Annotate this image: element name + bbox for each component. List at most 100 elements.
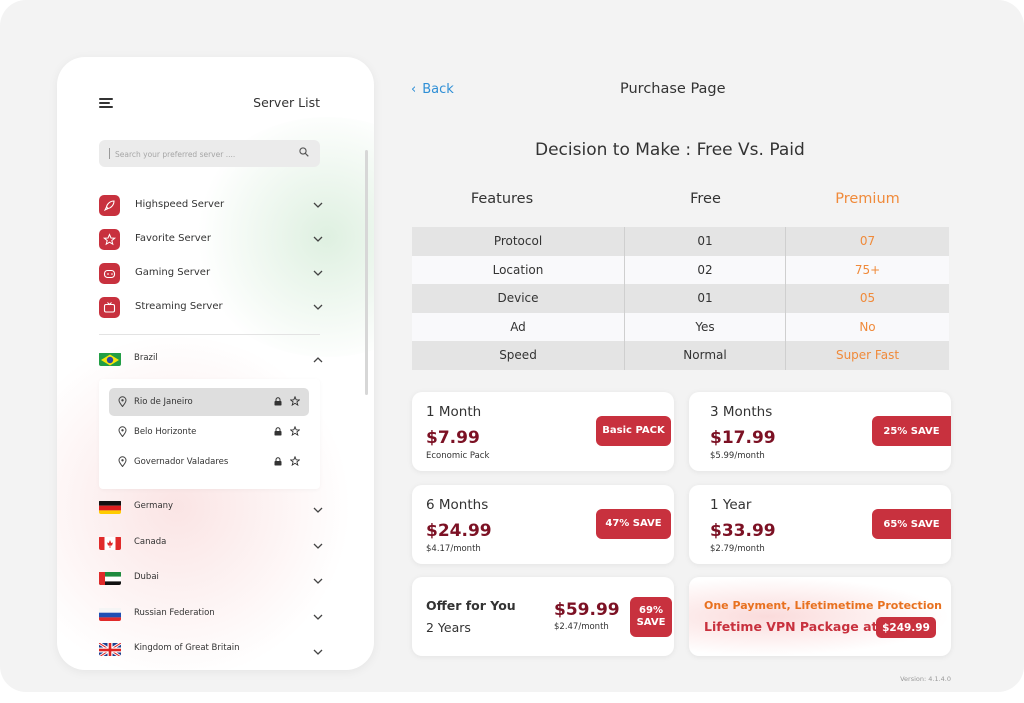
plan-badge: 25% SAVE [872, 416, 951, 446]
plan-period: 6 Months [426, 497, 489, 513]
offer-badge-label: SAVE [636, 617, 666, 628]
plan-card-offer-2-years[interactable]: Offer for You 2 Years $59.99 $2.47/month… [412, 577, 674, 656]
category-label: Gaming Server [135, 267, 211, 278]
lifetime-price-badge: $249.99 [876, 617, 936, 638]
feature-cell: Protocol [412, 227, 625, 256]
plan-price: $33.99 [710, 521, 776, 541]
column-header-premium: Premium [835, 191, 900, 207]
plan-badge: 65% SAVE [872, 509, 951, 539]
brazil-flag-icon [99, 352, 121, 366]
scrollbar[interactable] [365, 150, 368, 395]
plan-badge: Basic PACK [596, 416, 671, 446]
search-icon[interactable] [299, 147, 309, 157]
chevron-down-icon[interactable] [313, 542, 323, 550]
country-label: Dubai [134, 572, 159, 582]
plan-price: $7.99 [426, 428, 480, 448]
country-russian-federation[interactable]: Russian Federation [99, 604, 323, 626]
offer-period: 2 Years [426, 620, 471, 635]
plan-card-6-months[interactable]: 6 Months $24.99 $4.17/month 47% SAVE [412, 485, 674, 564]
country-label: Russian Federation [134, 608, 215, 618]
city-label: Belo Horizonte [134, 427, 197, 437]
plan-period: 1 Year [710, 497, 752, 513]
country-kingdom-of-great-britain[interactable]: Kingdom of Great Britain [99, 639, 323, 661]
city-governador-valadares[interactable]: Governador Valadares [109, 448, 309, 476]
back-button[interactable]: ‹ Back [411, 82, 454, 97]
plan-price: $24.99 [426, 521, 492, 541]
plan-card-1-year[interactable]: 1 Year $33.99 $2.79/month 65% SAVE [689, 485, 951, 564]
category-label: Favorite Server [135, 233, 211, 244]
plan-period: 3 Months [710, 404, 773, 420]
offer-price: $59.99 [554, 600, 620, 620]
offer-badge: 69% SAVE [630, 597, 672, 637]
server-search-box[interactable] [99, 140, 320, 167]
column-header-features: Features [470, 191, 534, 207]
city-rio-de-janeiro[interactable]: Rio de Janeiro [109, 388, 309, 416]
chevron-down-icon[interactable] [313, 613, 323, 621]
category-favorite-server[interactable]: Favorite Server [99, 228, 323, 252]
plan-card-3-months[interactable]: 3 Months $17.99 $5.99/month 25% SAVE [689, 392, 951, 471]
uk-flag-icon [99, 642, 121, 656]
country-label: Brazil [134, 353, 158, 363]
table-row: Location 02 75+ [412, 255, 949, 284]
category-streaming-server[interactable]: Streaming Server [99, 296, 323, 320]
feature-cell: Speed [412, 341, 625, 370]
back-label: Back [422, 82, 454, 97]
chevron-left-icon: ‹ [411, 82, 417, 97]
chevron-up-icon[interactable] [313, 356, 323, 364]
plan-subtext: $2.79/month [710, 544, 765, 554]
location-pin-icon [118, 426, 127, 437]
star-outline-icon[interactable] [290, 426, 300, 436]
chevron-down-icon[interactable] [313, 303, 323, 311]
premium-cell: 75+ [854, 262, 881, 277]
germany-flag-icon [99, 500, 121, 514]
country-dubai[interactable]: Dubai [99, 568, 323, 590]
location-pin-icon [118, 456, 127, 467]
feature-cell: Ad [412, 312, 625, 341]
category-label: Streaming Server [135, 301, 223, 312]
chevron-down-icon[interactable] [313, 269, 323, 277]
offer-subtext: $2.47/month [554, 622, 609, 632]
premium-cell: No [859, 319, 876, 334]
chevron-down-icon[interactable] [313, 201, 323, 209]
hamburger-menu-icon[interactable] [99, 98, 113, 108]
chevron-down-icon[interactable] [313, 506, 323, 514]
server-list-title: Server List [253, 95, 320, 110]
country-germany[interactable]: Germany [99, 497, 323, 519]
category-highspeed-server[interactable]: Highspeed Server [99, 194, 323, 218]
lifetime-tagline: One Payment, Lifetimetime Protection [704, 599, 942, 612]
feature-cell: Location [412, 255, 625, 284]
chevron-down-icon[interactable] [313, 235, 323, 243]
category-gaming-server[interactable]: Gaming Server [99, 262, 323, 286]
free-cell: 02 [625, 255, 786, 284]
lifetime-package-card[interactable]: One Payment, Lifetimetime Protection Lif… [689, 577, 951, 656]
server-list-panel: Server List Highspeed Server Favorite Se… [57, 57, 374, 670]
plan-subtext: $4.17/month [426, 544, 481, 554]
plan-card-1-month[interactable]: 1 Month $7.99 Economic Pack Basic PACK [412, 392, 674, 471]
free-cell: 01 [625, 227, 786, 256]
category-label: Highspeed Server [135, 199, 225, 210]
server-search-input[interactable] [115, 146, 295, 162]
canada-flag-icon [99, 536, 121, 550]
lock-icon [274, 457, 282, 466]
location-pin-icon [118, 396, 127, 407]
free-cell: 01 [625, 284, 786, 313]
tv-icon [99, 297, 120, 318]
lock-icon [274, 427, 282, 436]
star-outline-icon[interactable] [290, 456, 300, 466]
premium-cell: Super Fast [835, 348, 900, 363]
city-belo-horizonte[interactable]: Belo Horizonte [109, 418, 309, 446]
table-row: Device 01 05 [412, 284, 949, 313]
plan-subtext: Economic Pack [426, 451, 490, 461]
table-row: Ad Yes No [412, 312, 949, 341]
chevron-down-icon[interactable] [313, 577, 323, 585]
russia-flag-icon [99, 607, 121, 621]
offer-badge-percent: 69% [639, 605, 663, 616]
country-brazil[interactable]: Brazil [99, 349, 323, 371]
free-cell: Yes [625, 312, 786, 341]
country-canada[interactable]: Canada [99, 533, 323, 555]
comparison-heading: Decision to Make : Free Vs. Paid [535, 140, 805, 160]
chevron-down-icon[interactable] [313, 648, 323, 656]
offer-title: Offer for You [426, 598, 516, 613]
plan-price: $17.99 [710, 428, 776, 448]
star-outline-icon[interactable] [290, 396, 300, 406]
